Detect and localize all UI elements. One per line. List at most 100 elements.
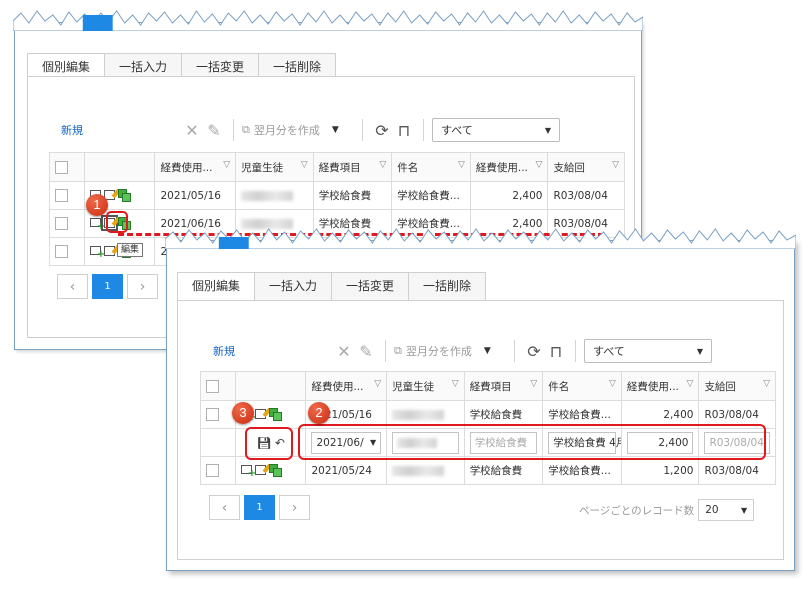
page-button[interactable]: 1 [244,495,275,520]
column-header[interactable]: 経費使用... ▽ [469,152,549,182]
row-checkbox[interactable] [55,189,68,202]
add-row-icon[interactable] [90,218,105,232]
copy-month-icon: ⧉ [394,344,402,357]
edit-icon[interactable] [255,408,267,419]
column-header[interactable]: 児童生徒 ▽ [235,152,314,182]
toolbar: 新規 ✕ ✎ ⧉ 翌月分を作成 ▼ ⟳ ⊓ すべて ▼ [61,117,560,143]
row-checkbox[interactable] [206,464,219,477]
new-button[interactable]: 新規 [213,343,333,359]
item-cell: 学校給食費 [312,181,393,210]
column-header[interactable]: 経費項目 ▽ [463,371,544,401]
toolbar-divider [514,340,515,362]
select-all-checkbox[interactable] [55,160,68,174]
filter-icon[interactable]: ▽ [536,160,543,170]
toolbar-divider [575,340,576,362]
page-size-label: ページごとのレコード数 [579,504,695,517]
filter-icon[interactable]: ▽ [763,379,770,389]
add-row-icon[interactable] [241,465,256,479]
column-header[interactable]: 経費使用... ▽ [620,371,700,401]
column-header[interactable]: 経費使用... ▽ [305,371,388,401]
tab-bulk-change[interactable]: 一括変更 [331,272,410,300]
row-actions [235,456,307,485]
next-month-label: 翌月分を作成 [253,124,320,137]
toolbar-divider [385,340,386,362]
close-icon[interactable]: ✕ [181,119,203,141]
add-row-icon[interactable] [90,246,105,260]
step-badge-1: 1 [86,194,108,216]
redacted-name [392,465,445,476]
prev-page-button[interactable]: ‹ [209,495,240,520]
row-checkbox[interactable] [55,217,68,230]
new-button[interactable]: 新規 [61,122,181,138]
row-select-cell [48,237,86,266]
round-cell: R03/08/04 [547,181,625,210]
filter-icon[interactable]: ▽ [687,379,694,389]
unlock-icon[interactable]: ⊓ [393,119,415,141]
edit-icon-highlight [106,211,128,233]
filter-icon[interactable]: ▽ [458,160,465,170]
filter-icon[interactable]: ▽ [301,160,308,170]
filter-icon[interactable]: ▽ [452,379,459,389]
pager: ‹ 1 › [209,495,310,520]
date-cell: 2021/05/24 [305,456,388,485]
tab-bulk-input[interactable]: 一括入力 [254,272,333,300]
tab-individual-edit[interactable]: 個別編集 [177,272,256,301]
page-size-select[interactable]: 20 ▼ [698,499,755,521]
column-header[interactable]: 経費使用... ▽ [154,152,237,182]
row-select-cell [199,428,237,457]
toolbar: 新規 ✕ ✎ ⧉ 翌月分を作成 ▼ ⟳ ⊓ すべて ▼ [213,338,712,364]
front-screenshot-panel: 個別編集 一括入力 一括変更 一括削除 新規 ✕ ✎ ⧉ 翌月分を作成 ▼ ⟳ ⊓ … [165,228,796,571]
student-cell [386,456,465,485]
prev-page-button[interactable]: ‹ [57,274,88,299]
column-header[interactable]: 支給回 ▽ [698,371,776,401]
select-all-checkbox[interactable] [206,379,219,393]
toolbar-divider [233,119,234,141]
amount-cell: 1,200 [620,456,700,485]
close-icon[interactable]: ✕ [333,340,355,362]
save-undo-highlight [245,427,293,460]
copy-icon[interactable] [269,464,283,477]
next-month-button[interactable]: ⧉ 翌月分を作成 ▼ [394,343,506,359]
student-cell [235,181,314,210]
refresh-icon[interactable]: ⟳ [371,119,393,141]
table-row: 2021/05/24 学校給食費 学校給食費... 1,200 R03/08/0… [199,456,776,485]
actions-header [235,371,307,401]
row-checkbox[interactable] [55,245,68,258]
item-cell: 学校給食費 [463,456,544,485]
copy-month-icon: ⧉ [242,123,250,136]
refresh-icon[interactable]: ⟳ [523,340,545,362]
filter-select[interactable]: すべて ▼ [432,118,560,142]
filter-icon[interactable]: ▽ [374,379,381,389]
edit-icon[interactable] [255,464,267,475]
edit-tooltip: 編集 [117,243,144,257]
round-cell: R03/08/04 [698,456,776,485]
page-size-value: 20 [705,504,719,516]
select-all-cell [48,152,86,182]
filter-icon[interactable]: ▽ [612,160,619,170]
filter-icon[interactable]: ▽ [223,160,230,170]
column-header[interactable]: 児童生徒 ▽ [386,371,465,401]
column-header[interactable]: 経費項目 ▽ [312,152,393,182]
filter-select[interactable]: すべて ▼ [584,339,712,363]
column-header[interactable]: 支給回 ▽ [547,152,625,182]
pencil-icon[interactable]: ✎ [355,340,377,362]
tab-bulk-delete[interactable]: 一括削除 [408,272,487,300]
row-checkbox[interactable] [206,408,219,421]
copy-icon[interactable] [118,189,132,202]
column-header[interactable]: 件名 ▽ [542,371,622,401]
next-page-button[interactable]: › [127,274,158,299]
copy-icon[interactable] [269,408,283,421]
page-button[interactable]: 1 [92,274,123,299]
filter-icon[interactable]: ▽ [530,379,537,389]
filter-icon[interactable]: ▽ [379,160,386,170]
edit-icon[interactable] [104,245,116,256]
pencil-icon[interactable]: ✎ [203,119,225,141]
next-page-button[interactable]: › [279,495,310,520]
subject-cell: 学校給食費... [391,181,471,210]
next-month-label: 翌月分を作成 [405,345,472,358]
unlock-icon[interactable]: ⊓ [545,340,567,362]
filter-icon[interactable]: ▽ [609,379,616,389]
column-header[interactable]: 件名 ▽ [391,152,471,182]
next-month-button[interactable]: ⧉ 翌月分を作成 ▼ [242,122,354,138]
actions-header [84,152,156,182]
